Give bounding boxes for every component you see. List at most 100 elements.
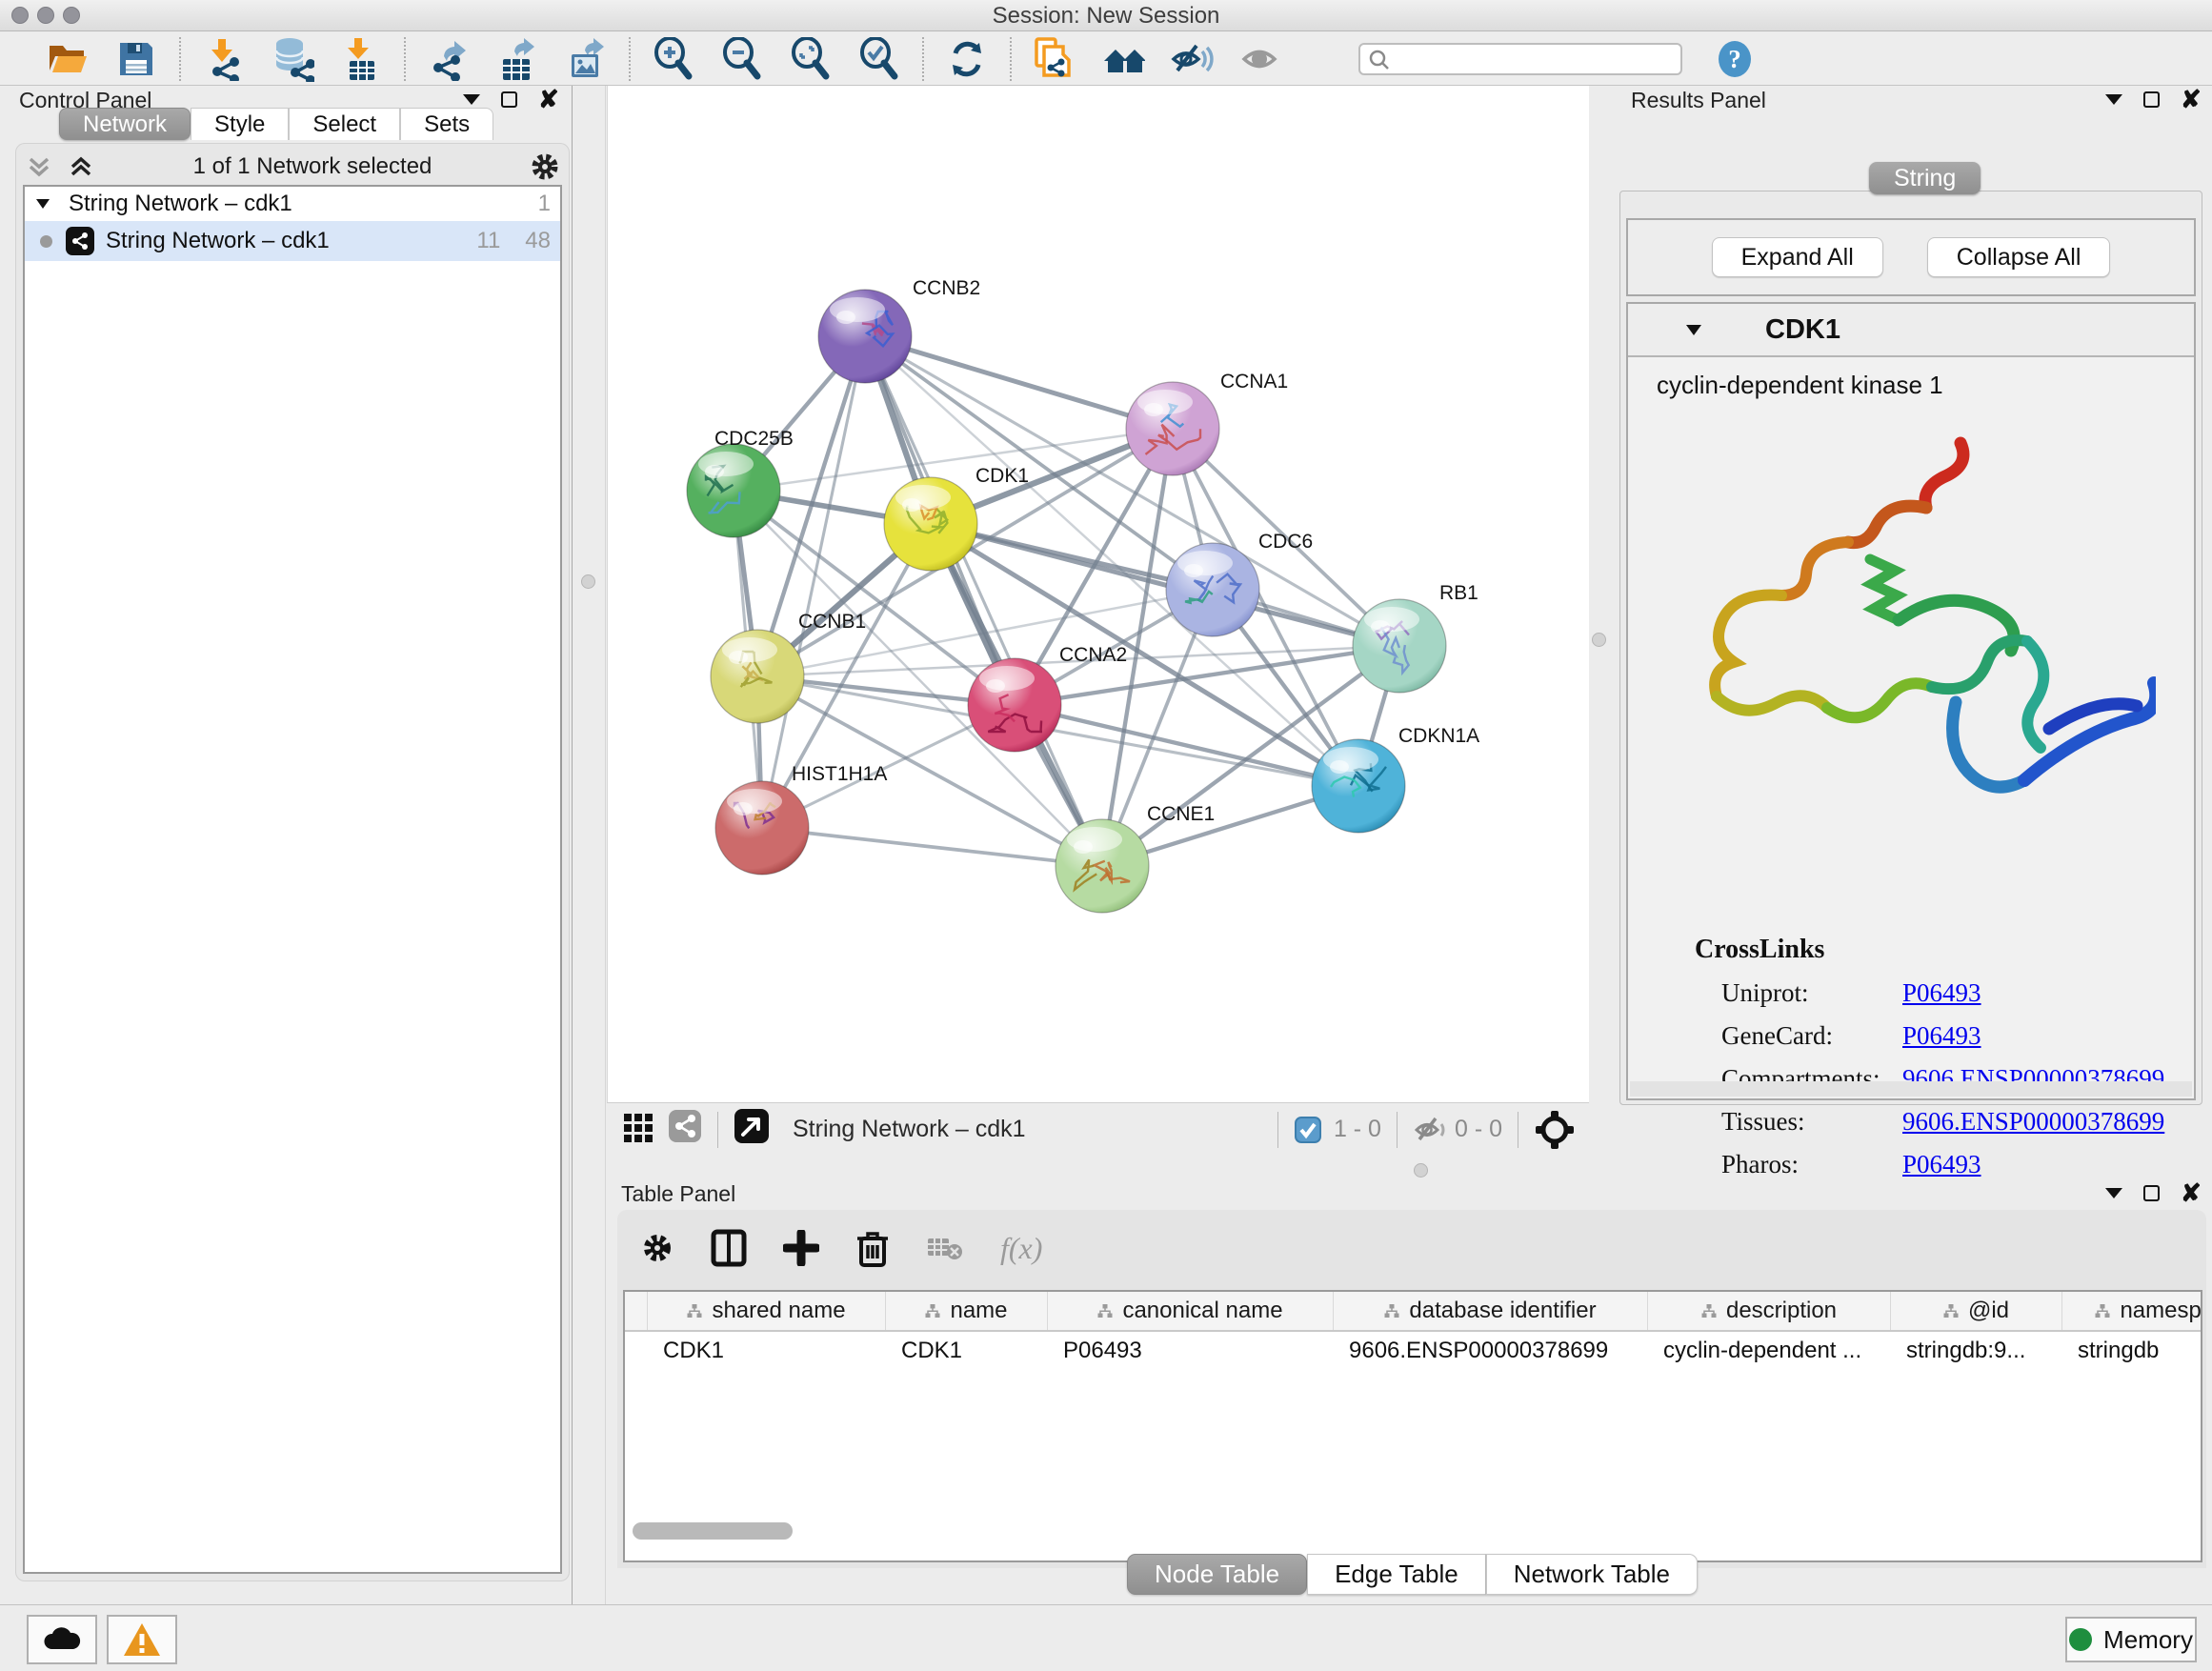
collapse-panel-icon[interactable] [2105,94,2122,105]
network-edge[interactable] [865,336,1173,429]
column-header-namespace[interactable]: namespace [2062,1292,2202,1330]
crosslink-link[interactable]: P06493 [1902,978,1981,1008]
import-network-icon[interactable] [202,37,246,81]
tab-select[interactable]: Select [289,108,400,140]
hide-panel-eye-slash-icon[interactable] [1170,37,1214,81]
tab-node-table[interactable]: Node Table [1127,1554,1307,1595]
network-edge[interactable] [762,828,1102,866]
export-image-icon[interactable] [564,37,608,81]
create-column-plus-icon[interactable] [783,1230,819,1266]
hide-graphics-details-icon[interactable] [1101,37,1145,81]
tab-network-table[interactable]: Network Table [1486,1554,1698,1595]
save-session-icon[interactable] [114,37,158,81]
collapse-all-button[interactable]: Collapse All [1927,237,2111,277]
network-node-ccnb2[interactable] [818,290,912,383]
network-node-rb1[interactable] [1353,599,1446,693]
table-cell[interactable]: stringdb [2062,1332,2202,1372]
splitter-handle[interactable] [581,574,595,589]
selected-checkbox-icon[interactable] [1294,1116,1322,1144]
table-horizontal-scrollbar[interactable] [633,1522,793,1540]
tab-network[interactable]: Network [59,108,191,140]
search-input[interactable] [1358,43,1682,75]
network-node-cdkn1a[interactable] [1312,739,1405,833]
tab-string[interactable]: String [1869,162,1981,194]
vertical-splitter-left[interactable] [572,86,606,1605]
expand-all-networks-icon[interactable] [25,153,53,180]
collection-expanded-icon[interactable] [34,196,53,211]
zoom-out-icon[interactable] [720,37,764,81]
delete-column-trash-icon[interactable] [855,1229,890,1267]
zoom-fit-icon[interactable] [789,37,833,81]
results-scrollbar[interactable] [1630,1081,2192,1097]
network-node-cdc6[interactable] [1166,543,1259,636]
table-cell[interactable]: CDK1 [648,1332,886,1372]
network-edge[interactable] [865,336,1102,866]
zoom-in-icon[interactable] [652,37,695,81]
memory-button[interactable]: Memory [2065,1617,2197,1662]
float-panel-icon[interactable] [2143,91,2160,108]
collapse-panel-icon[interactable] [463,94,480,105]
column-header-database-identifier[interactable]: database identifier [1334,1292,1648,1330]
detach-view-icon[interactable] [734,1108,770,1151]
network-canvas[interactable]: CCNB2CCNA1CDC25BCDK1CDC6RB1CCNB1CCNA2CDK… [607,86,1589,1102]
network-node-cdc25b[interactable] [687,444,780,537]
table-cell[interactable]: CDK1 [886,1332,1048,1372]
warnings-button[interactable] [107,1615,177,1664]
table-cell[interactable]: cyclin-dependent ... [1648,1332,1891,1372]
cloud-status-button[interactable] [27,1615,97,1664]
network-share-view-icon[interactable] [668,1109,702,1150]
tab-edge-table[interactable]: Edge Table [1307,1554,1486,1595]
float-panel-icon[interactable] [501,91,517,108]
network-node-cdk1[interactable] [884,477,977,571]
export-network-icon[interactable] [427,37,471,81]
network-row-selected[interactable]: String Network – cdk1 1148 [25,221,560,261]
close-panel-icon[interactable]: ✘ [538,91,559,108]
help-button[interactable]: ? [1713,37,1757,81]
column-header--id[interactable]: @id [1891,1292,2062,1330]
column-header-shared-name[interactable]: shared name [648,1292,886,1330]
crosslink-link[interactable]: 9606.ENSP00000378699 [1902,1107,2164,1137]
network-node-ccnb1[interactable] [711,630,804,723]
duplicate-network-icon[interactable] [1033,37,1076,81]
collapse-all-networks-icon[interactable] [67,153,95,180]
birdseye-grid-icon[interactable] [622,1110,654,1149]
apply-layout-icon[interactable] [945,37,989,81]
network-options-gear-icon[interactable] [530,151,560,182]
table-cell[interactable]: 9606.ENSP00000378699 [1334,1332,1648,1372]
export-table-icon[interactable] [495,37,539,81]
table-row[interactable]: CDK1CDK1P064939606.ENSP00000378699cyclin… [625,1332,2201,1372]
entry-header[interactable]: CDK1 [1628,304,2194,357]
network-edge[interactable] [762,336,865,828]
network-node-ccna1[interactable] [1126,382,1219,475]
table-cell[interactable]: stringdb:9... [1891,1332,2062,1372]
column-header-name[interactable]: name [886,1292,1048,1330]
close-panel-icon[interactable]: ✘ [2181,1185,2202,1201]
network-collection-row[interactable]: String Network – cdk1 1 [25,187,560,221]
collapse-panel-icon[interactable] [2105,1188,2122,1198]
float-panel-icon[interactable] [2143,1185,2160,1201]
column-header-description[interactable]: description [1648,1292,1891,1330]
open-session-icon[interactable] [46,37,90,81]
column-header-canonical-name[interactable]: canonical name [1048,1292,1334,1330]
import-network-from-database-icon[interactable] [271,37,314,81]
network-edge[interactable] [931,524,1399,646]
network-node-ccna2[interactable] [968,658,1061,752]
table-cell[interactable]: P06493 [1048,1332,1334,1372]
close-panel-icon[interactable]: ✘ [2181,91,2202,108]
entry-expanded-icon[interactable] [1683,321,1706,338]
network-node-ccne1[interactable] [1056,819,1149,913]
show-columns-icon[interactable] [711,1229,747,1267]
tab-style[interactable]: Style [191,108,289,140]
network-node-hist1h1a[interactable] [715,781,809,875]
tab-sets[interactable]: Sets [400,108,493,140]
splitter-handle[interactable] [1592,633,1606,647]
show-panel-eye-icon[interactable] [1238,37,1282,81]
navigator-crosshair-icon[interactable] [1534,1109,1576,1151]
crosslink-link[interactable]: P06493 [1902,1021,1981,1051]
table-options-gear-icon[interactable] [640,1231,674,1265]
network-edge[interactable] [734,429,1173,491]
zoom-selected-icon[interactable] [857,37,901,81]
expand-all-button[interactable]: Expand All [1712,237,1883,277]
import-table-icon[interactable] [339,37,383,81]
splitter-handle[interactable] [1414,1163,1428,1178]
